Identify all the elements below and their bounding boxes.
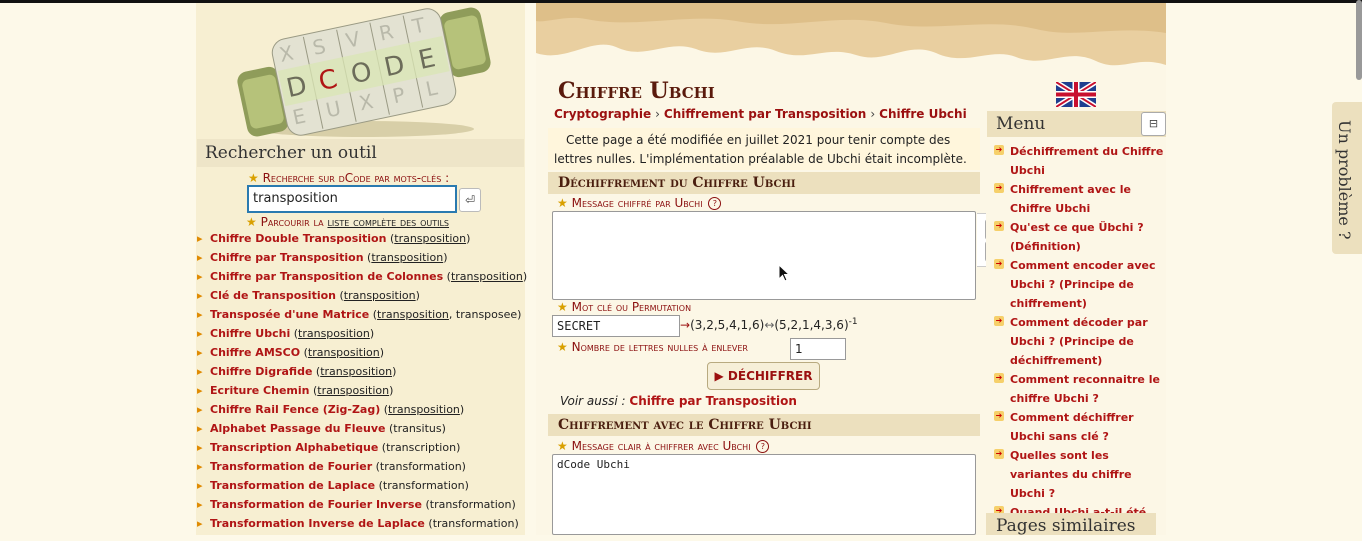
menu-item[interactable]: Qu'est ce que Übchi ? (Définition) — [994, 218, 1164, 256]
mouse-cursor-icon — [778, 263, 791, 282]
list-item[interactable]: Chiffre Ubchi (transposition) — [197, 324, 524, 343]
page-title: Chiffre Ubchi — [558, 78, 715, 104]
nulls-count-input[interactable]: 1 — [790, 338, 846, 360]
see-also-link[interactable]: Chiffre par Transposition — [629, 394, 797, 408]
menu-list: Déchiffrement du Chiffre Ubchi Chiffreme… — [994, 142, 1164, 541]
permutation-display: →(3,2,5,4,1,6)↔(5,2,1,4,3,6)-1 — [680, 317, 858, 332]
browse-all-tools: ★ Parcourir la liste complète des outils — [246, 215, 450, 229]
cipher-message-textarea[interactable] — [552, 211, 976, 300]
help-icon[interactable]: ? — [708, 197, 722, 210]
menu-item[interactable]: Quelles sont les variantes du chiffre Ub… — [994, 446, 1164, 503]
menu-heading: Menu — [987, 111, 1166, 137]
keyword-label: ★ Mot clé ou Permutation — [557, 300, 692, 314]
menu-item[interactable]: Chiffrement avec le Chiffre Ubchi — [994, 180, 1164, 218]
star-icon: ★ — [557, 439, 568, 453]
cryptex-logo-icon: X S V R T E U X P L D C O D E — [237, 7, 491, 137]
breadcrumb-item[interactable]: Cryptographie — [554, 107, 651, 121]
full-tool-list-link[interactable]: liste complète des outils — [327, 215, 449, 229]
dcode-logo[interactable]: X S V R T E U X P L D C O D E — [228, 5, 500, 139]
menu-item[interactable]: Comment déchiffrer Ubchi sans clé ? — [994, 408, 1164, 446]
list-item[interactable]: Transformation de Fourier (transformatio… — [197, 457, 524, 476]
menu-item[interactable]: Comment encoder avec Ubchi ? (Principe d… — [994, 256, 1164, 313]
list-item[interactable]: Chiffre par Transposition (transposition… — [197, 248, 524, 267]
search-submit-button[interactable]: ⏎ — [459, 188, 481, 212]
nulls-label: ★ Nombre de lettres nulles à enlever — [557, 340, 748, 354]
keyword-search-input[interactable]: transposition — [247, 185, 457, 213]
decipher-section-heading: Déchiffrement du Chiffre Ubchi — [548, 172, 980, 194]
keyword-search-label: ★ Recherche sur dCode par mots-clés : — [248, 171, 450, 185]
breadcrumb-item[interactable]: Chiffrement par Transposition — [664, 107, 866, 121]
uk-flag-icon[interactable] — [1054, 79, 1098, 110]
breadcrumb-item[interactable]: Chiffre Ubchi — [879, 107, 967, 121]
scrollbar-thumb[interactable] — [1356, 0, 1362, 80]
list-item[interactable]: Transcription Alphabetique (transcriptio… — [197, 438, 524, 457]
similar-pages-heading: Pages similaires — [986, 513, 1156, 536]
parchment-header-decoration — [536, 3, 1166, 75]
list-item[interactable]: Transformation Inverse de Laplace (trans… — [197, 514, 524, 533]
tool-results-list: Chiffre Double Transposition (transposit… — [197, 229, 527, 533]
list-item[interactable]: Chiffre Rail Fence (Zig-Zag) (transposit… — [197, 400, 524, 419]
star-icon: ★ — [246, 215, 257, 229]
list-item[interactable]: Chiffre par Transposition de Colonnes (t… — [197, 267, 527, 286]
list-item[interactable]: Chiffre Digrafide (transposition) — [197, 362, 524, 381]
help-icon[interactable]: ? — [756, 440, 770, 453]
collapse-icon[interactable]: ⊟ — [1141, 112, 1166, 136]
plain-message-label: ★ Message clair à chiffrer avec Ubchi ? — [557, 439, 770, 453]
plain-message-textarea[interactable]: dCode Ubchi — [552, 454, 976, 535]
decipher-button[interactable]: ▶ DÉCHIFFRER — [707, 362, 820, 390]
list-item[interactable]: Clé de Transposition (transposition) — [197, 286, 524, 305]
list-item[interactable]: Chiffre Double Transposition (transposit… — [197, 229, 524, 248]
star-icon: ★ — [557, 340, 568, 354]
list-item[interactable]: Alphabet Passage du Fleuve (transitus) — [197, 419, 524, 438]
menu-item[interactable]: Déchiffrement du Chiffre Ubchi — [994, 142, 1164, 180]
see-also: Voir aussi : Chiffre par Transposition — [560, 394, 797, 408]
menu-item[interactable]: Comment décoder par Ubchi ? (Principe de… — [994, 313, 1164, 370]
report-problem-label: Un problème ? — [1335, 120, 1354, 240]
cipher-message-label: ★ Message chiffré par Ubchi ? — [557, 196, 722, 210]
search-tool-heading: Rechercher un outil — [197, 139, 524, 167]
keyword-input[interactable]: SECRET — [552, 315, 680, 337]
star-icon: ★ — [557, 196, 568, 210]
list-item[interactable]: Transposée d'une Matrice (transposition,… — [197, 305, 524, 324]
list-item[interactable]: Transformation de Fourier Inverse (trans… — [197, 495, 524, 514]
encipher-section-heading: Chiffrement avec le Chiffre Ubchi — [548, 414, 980, 436]
list-item[interactable]: Ecriture Chemin (transposition) — [197, 381, 524, 400]
list-item[interactable]: Transformation de Laplace (transformatio… — [197, 476, 524, 495]
breadcrumb: Cryptographie › Chiffrement par Transposit… — [554, 107, 967, 121]
update-notice: Cette page a été modifiée en juillet 202… — [548, 128, 980, 170]
menu-item[interactable]: Comment reconnaitre le chiffre Ubchi ? — [994, 370, 1164, 408]
report-problem-tab[interactable]: Un problème ? — [1332, 102, 1362, 254]
list-item[interactable]: Chiffre AMSCO (transposition) — [197, 343, 524, 362]
star-icon: ★ — [557, 300, 568, 314]
star-icon: ★ — [248, 171, 259, 185]
